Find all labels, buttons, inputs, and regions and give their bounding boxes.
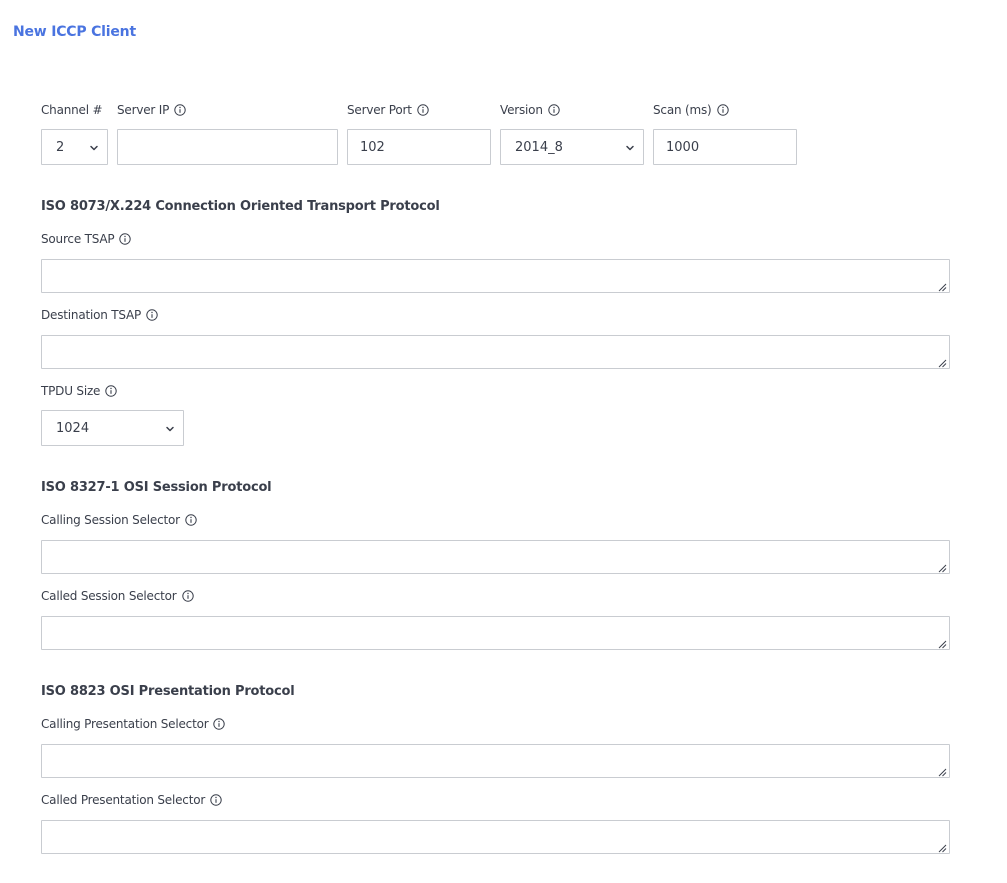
- resize-grip-icon[interactable]: [938, 562, 947, 573]
- version-label: Version: [500, 103, 560, 117]
- called-session-selector-label: Called Session Selector: [41, 589, 194, 603]
- server-port-label: Server Port: [347, 103, 429, 117]
- channel-select[interactable]: 2: [41, 129, 108, 165]
- server-port-input[interactable]: 102: [347, 129, 491, 165]
- info-circle-icon[interactable]: [210, 794, 222, 806]
- server-ip-label-text: Server IP: [117, 103, 170, 117]
- server-port-label-text: Server Port: [347, 103, 412, 117]
- chevron-down-icon: [89, 142, 99, 152]
- called-presentation-selector-label-text: Called Presentation Selector: [41, 793, 206, 807]
- destination-tsap-textarea[interactable]: [41, 335, 950, 369]
- info-circle-icon[interactable]: [417, 104, 429, 116]
- info-circle-icon[interactable]: [174, 104, 186, 116]
- info-circle-icon[interactable]: [716, 104, 729, 116]
- resize-grip-icon[interactable]: [938, 281, 947, 292]
- server-ip-input[interactable]: [117, 129, 338, 165]
- called-presentation-selector-textarea[interactable]: [41, 820, 950, 854]
- tpdu-size-select[interactable]: 1024: [41, 410, 184, 446]
- calling-presentation-selector-label: Calling Presentation Selector: [41, 717, 226, 731]
- info-circle-icon[interactable]: [185, 514, 197, 526]
- info-circle-icon[interactable]: [181, 590, 194, 602]
- server-ip-label: Server IP: [117, 103, 186, 117]
- destination-tsap-label-text: Destination TSAP: [41, 308, 142, 322]
- scan-label-text: Scan (ms): [653, 103, 712, 117]
- info-circle-icon[interactable]: [548, 104, 560, 116]
- resize-grip-icon[interactable]: [938, 842, 947, 853]
- resize-grip-icon[interactable]: [938, 638, 947, 649]
- calling-session-selector-label-text: Calling Session Selector: [41, 513, 180, 527]
- source-tsap-label: Source TSAP: [41, 232, 132, 246]
- info-circle-icon[interactable]: [146, 309, 158, 321]
- info-circle-icon[interactable]: [119, 233, 132, 245]
- calling-session-selector-textarea[interactable]: [41, 540, 950, 574]
- page-title: New ICCP Client: [13, 24, 136, 40]
- tpdu-size-label: TPDU Size: [41, 384, 117, 398]
- tpdu-size-select-value: 1024: [56, 420, 90, 436]
- info-circle-icon[interactable]: [105, 385, 117, 397]
- channel-select-value: 2: [56, 139, 65, 155]
- resize-grip-icon[interactable]: [938, 357, 947, 368]
- scan-input-value: 1000: [666, 139, 700, 155]
- version-select-value: 2014_8: [515, 139, 563, 155]
- calling-presentation-selector-label-text: Calling Presentation Selector: [41, 717, 209, 731]
- called-session-selector-textarea[interactable]: [41, 616, 950, 650]
- called-session-selector-label-text: Called Session Selector: [41, 589, 177, 603]
- version-select[interactable]: 2014_8: [500, 129, 644, 165]
- channel-label-text: Channel #: [41, 103, 103, 117]
- chevron-down-icon: [165, 423, 175, 433]
- tpdu-size-label-text: TPDU Size: [41, 384, 101, 398]
- info-circle-icon[interactable]: [213, 718, 226, 730]
- source-tsap-textarea[interactable]: [41, 259, 950, 293]
- transport-section-title: ISO 8073/X.224 Connection Oriented Trans…: [41, 199, 440, 214]
- server-port-input-value: 102: [360, 139, 385, 155]
- destination-tsap-label: Destination TSAP: [41, 308, 158, 322]
- calling-presentation-selector-textarea[interactable]: [41, 744, 950, 778]
- presentation-section-title: ISO 8823 OSI Presentation Protocol: [41, 684, 295, 699]
- chevron-down-icon: [625, 142, 635, 152]
- called-presentation-selector-label: Called Presentation Selector: [41, 793, 222, 807]
- source-tsap-label-text: Source TSAP: [41, 232, 115, 246]
- scan-input[interactable]: 1000: [653, 129, 797, 165]
- session-section-title: ISO 8327-1 OSI Session Protocol: [41, 480, 272, 495]
- channel-label: Channel #: [41, 103, 103, 117]
- version-label-text: Version: [500, 103, 543, 117]
- calling-session-selector-label: Calling Session Selector: [41, 513, 197, 527]
- scan-label: Scan (ms): [653, 103, 729, 117]
- resize-grip-icon[interactable]: [938, 766, 947, 777]
